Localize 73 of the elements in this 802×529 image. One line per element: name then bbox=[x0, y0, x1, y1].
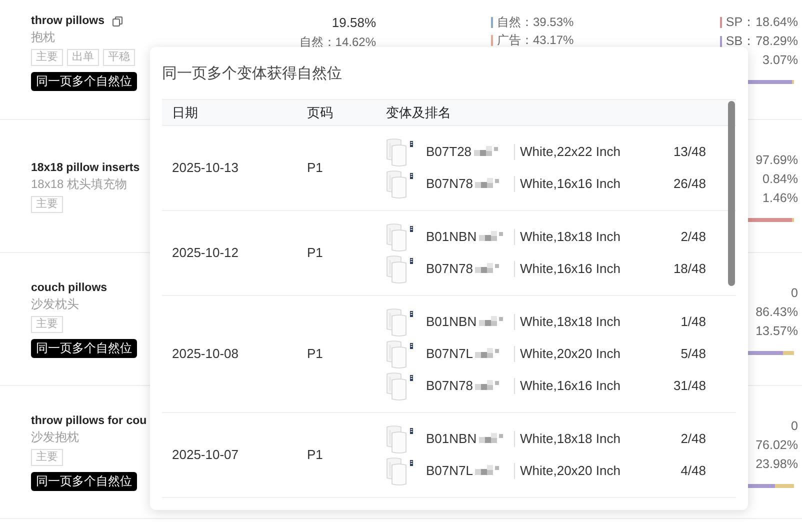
share-value: 19.58% bbox=[332, 14, 376, 32]
keyword-translation: 抱枕 bbox=[31, 29, 56, 45]
scrollbar-thumb[interactable] bbox=[728, 101, 735, 286]
column-header: 页码 bbox=[307, 104, 334, 122]
tag: 平稳 bbox=[103, 49, 135, 66]
natural-rank-badge: 同一页多个自然位 bbox=[31, 472, 137, 491]
keyword-title: throw pillows bbox=[31, 14, 104, 29]
asin-text: B07N7L bbox=[426, 345, 473, 364]
variant-text: White,20x20 Inch bbox=[520, 345, 620, 364]
ad-share: 13.57% bbox=[756, 322, 798, 340]
ad-share: 0 bbox=[791, 418, 798, 434]
keyword-title: couch pillows bbox=[31, 281, 108, 296]
variant-text: White,18x18 Inch bbox=[520, 313, 620, 332]
column-header: 变体及排名 bbox=[386, 104, 451, 122]
popover-title: 同一页多个变体获得自然位 bbox=[162, 64, 343, 84]
page-cell-text: P1 bbox=[307, 446, 324, 464]
page-cell-text: P1 bbox=[307, 345, 324, 364]
keyword-title: 18x18 pillow inserts bbox=[31, 160, 140, 176]
ad-share: 86.43% bbox=[756, 304, 798, 320]
variant-text: White,22x22 Inch bbox=[520, 143, 620, 162]
asin-text: B01NBN bbox=[426, 228, 477, 246]
rank-text: 5/48 bbox=[680, 345, 706, 364]
ad-share: 23.98% bbox=[756, 456, 798, 472]
rank-text: 26/48 bbox=[673, 175, 706, 194]
keyword-translation: 沙发抱枕 bbox=[31, 429, 80, 445]
asin-text: B01NBN bbox=[426, 313, 477, 332]
variant-text: White,18x18 Inch bbox=[520, 228, 620, 246]
rank-text: 2/48 bbox=[680, 228, 706, 246]
asin-text: B07N78 bbox=[426, 175, 473, 194]
date-cell-text: 2025-10-07 bbox=[172, 446, 240, 464]
column-header: 日期 bbox=[172, 104, 199, 122]
rank-text: 18/48 bbox=[673, 260, 706, 278]
keyword-translation: 沙发枕头 bbox=[31, 296, 80, 312]
traffic-share: 自然：39.53% bbox=[497, 14, 574, 31]
ad-share: SB：78.29% bbox=[726, 33, 798, 50]
tag: 主要 bbox=[31, 49, 63, 66]
rank-text: 2/48 bbox=[680, 430, 706, 448]
tag: 出单 bbox=[67, 49, 99, 66]
ad-share: 76.02% bbox=[756, 436, 798, 454]
tag: 主要 bbox=[31, 316, 63, 333]
variant-text: White,18x18 Inch bbox=[520, 430, 620, 448]
traffic-share: 广告：43.17% bbox=[497, 32, 574, 49]
natural-rank-badge: 同一页多个自然位 bbox=[31, 339, 137, 358]
tag: 主要 bbox=[31, 449, 63, 466]
copy-icon[interactable] bbox=[112, 16, 124, 26]
ad-share: 0.84% bbox=[762, 170, 798, 188]
ad-share: 1.46% bbox=[762, 190, 798, 206]
date-cell-text: 2025-10-08 bbox=[172, 345, 240, 364]
variant-text: White,20x20 Inch bbox=[520, 462, 620, 480]
ad-share: SP：18.64% bbox=[726, 14, 798, 31]
rank-text: 31/48 bbox=[673, 377, 706, 396]
ad-share: 0 bbox=[791, 284, 798, 302]
asin-text: B07T28 bbox=[426, 143, 472, 162]
page-cell-text: P1 bbox=[307, 159, 324, 178]
rank-text: 1/48 bbox=[680, 313, 706, 332]
keyword-title: throw pillows for cou bbox=[31, 414, 147, 429]
asin-text: B07N78 bbox=[426, 260, 473, 278]
keyword-translation: 18x18 枕头填充物 bbox=[31, 176, 128, 192]
tag: 主要 bbox=[31, 196, 63, 212]
asin-text: B07N7L bbox=[426, 462, 473, 480]
ad-share: 97.69% bbox=[756, 152, 798, 168]
natural-rank-badge: 同一页多个自然位 bbox=[31, 72, 137, 91]
asin-text: B01NBN bbox=[426, 430, 477, 448]
variant-text: White,16x16 Inch bbox=[520, 175, 620, 194]
date-cell-text: 2025-10-12 bbox=[172, 244, 240, 262]
date-cell-text: 2025-10-13 bbox=[172, 159, 240, 178]
asin-text: B07N78 bbox=[426, 377, 473, 396]
rank-text: 4/48 bbox=[680, 462, 706, 480]
variant-text: White,16x16 Inch bbox=[520, 260, 620, 278]
variant-text: White,16x16 Inch bbox=[520, 377, 620, 396]
ad-share: 3.07% bbox=[762, 52, 798, 69]
page-cell-text: P1 bbox=[307, 244, 324, 262]
rank-text: 13/48 bbox=[673, 143, 706, 162]
